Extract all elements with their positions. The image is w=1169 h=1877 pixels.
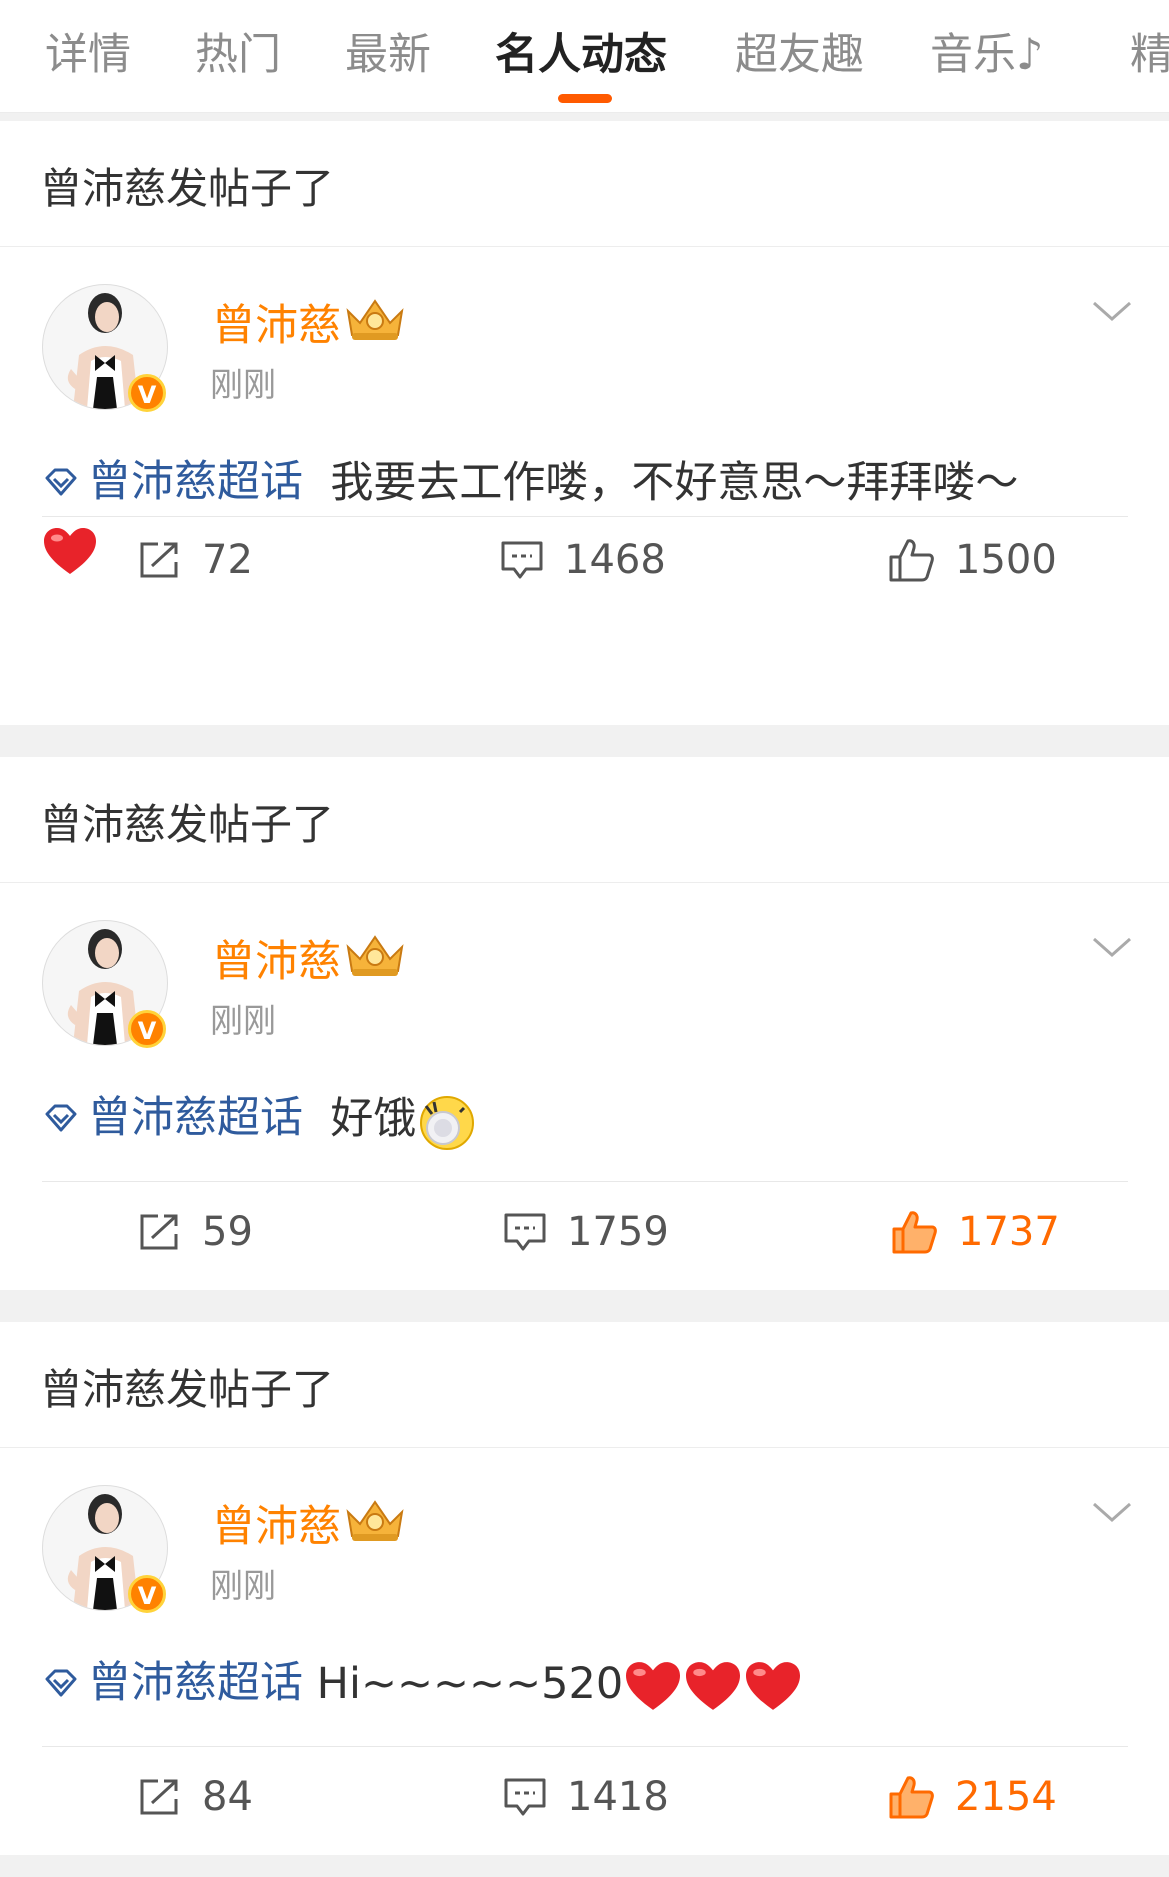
like-count: 1500 <box>955 537 1057 583</box>
verified-badge-icon: V <box>128 374 166 412</box>
crown-icon <box>346 935 404 976</box>
like-icon <box>892 1211 937 1254</box>
heart-emoji-icon <box>686 1661 741 1710</box>
post-text: 好饿 <box>330 1094 417 1144</box>
topic-label[interactable]: 曾沛慈超话 <box>88 449 303 515</box>
hungry-face-emoji-icon <box>420 1095 475 1150</box>
post-time: 刚刚 <box>210 1566 276 1605</box>
heart-emoji-icon <box>626 1661 681 1710</box>
crown-icon <box>346 1500 404 1541</box>
post-card: 曾沛慈发帖子了 V 曾沛慈 刚刚 曾沛慈超话 Hi~~~~~520 84 141… <box>0 1322 1169 1855</box>
author-name[interactable]: 曾沛慈 <box>212 1492 341 1554</box>
repost-button[interactable]: 72 <box>138 537 253 583</box>
comment-button[interactable]: 1468 <box>500 537 666 583</box>
like-count: 2154 <box>955 1774 1057 1820</box>
chevron-down-icon[interactable] <box>1090 297 1134 327</box>
post-card-header: 曾沛慈发帖子了 <box>0 1322 1169 1448</box>
author-name[interactable]: 曾沛慈 <box>212 291 341 353</box>
diamond-topic-icon <box>45 1104 77 1132</box>
tab-super-fun[interactable]: 超友趣 <box>735 20 864 82</box>
diamond-topic-icon <box>45 1669 77 1697</box>
like-icon <box>889 1776 934 1819</box>
comment-icon <box>504 1778 546 1816</box>
repost-icon <box>140 1214 178 1250</box>
repost-count: 84 <box>202 1774 253 1820</box>
post-card: 曾沛慈发帖子了 V 曾沛慈 刚刚 曾沛慈超话 好饿 59 1759 1737 <box>0 757 1169 1290</box>
tab-featured[interactable]: 精 <box>1130 20 1169 82</box>
post-content: 曾沛慈超话 Hi~~~~~520 <box>42 1650 1132 1717</box>
comment-button[interactable]: 1418 <box>503 1774 669 1820</box>
post-card-header-title: 曾沛慈发帖子了 <box>40 164 335 213</box>
post-text: Hi~~~~~520 <box>316 1659 624 1709</box>
active-tab-indicator <box>558 94 612 103</box>
repost-button[interactable]: 84 <box>138 1774 253 1820</box>
diamond-topic-icon <box>45 468 77 496</box>
like-button[interactable]: 1500 <box>887 537 1057 583</box>
tab-details[interactable]: 详情 <box>45 20 131 82</box>
heart-emoji-icon <box>44 527 96 574</box>
topic-link[interactable]: 曾沛慈超话 <box>42 449 303 515</box>
topic-link[interactable]: 曾沛慈超话 <box>42 1085 303 1151</box>
topic-label[interactable]: 曾沛慈超话 <box>88 1085 303 1151</box>
section-divider <box>0 725 1169 757</box>
post-time: 刚刚 <box>210 365 276 404</box>
post-card-header: 曾沛慈发帖子了 <box>0 121 1169 247</box>
section-divider <box>0 1290 1169 1322</box>
comment-count: 1468 <box>564 537 666 583</box>
verified-badge-icon: V <box>128 1010 166 1048</box>
author-name[interactable]: 曾沛慈 <box>212 927 341 989</box>
comment-icon <box>504 1213 546 1251</box>
like-count: 1737 <box>958 1209 1060 1255</box>
repost-icon <box>140 542 178 578</box>
repost-button[interactable]: 59 <box>138 1209 253 1255</box>
heart-emoji-icon <box>746 1661 801 1710</box>
crown-icon <box>346 299 404 340</box>
chevron-down-icon[interactable] <box>1090 1498 1134 1528</box>
chevron-down-icon[interactable] <box>1090 933 1134 963</box>
like-icon <box>889 539 934 582</box>
comment-count: 1759 <box>567 1209 669 1255</box>
topic-label[interactable]: 曾沛慈超话 <box>88 1650 303 1716</box>
comment-icon <box>501 541 543 579</box>
like-button[interactable]: 1737 <box>890 1209 1060 1255</box>
post-text: 我要去工作喽，不好意思～拜拜喽～ <box>330 458 1019 508</box>
topic-link[interactable]: 曾沛慈超话 <box>42 1650 303 1716</box>
like-button[interactable]: 2154 <box>887 1774 1057 1820</box>
tab-hot[interactable]: 热门 <box>195 20 281 82</box>
divider <box>42 516 1128 517</box>
post-card-header-title: 曾沛慈发帖子了 <box>40 1365 335 1414</box>
post-time: 刚刚 <box>210 1001 276 1040</box>
tab-celebrity-updates[interactable]: 名人动态 <box>495 20 667 82</box>
verified-badge-icon: V <box>128 1575 166 1613</box>
repost-count: 59 <box>202 1209 253 1255</box>
divider <box>42 1746 1128 1747</box>
comment-count: 1418 <box>567 1774 669 1820</box>
repost-icon <box>140 1779 178 1815</box>
repost-count: 72 <box>202 537 253 583</box>
tab-latest[interactable]: 最新 <box>345 20 431 82</box>
tab-bar: 详情 热门 最新 名人动态 超友趣 音乐♪ 精 <box>0 0 1169 113</box>
tab-music[interactable]: 音乐♪ <box>930 20 1043 82</box>
section-divider <box>0 113 1169 121</box>
section-divider <box>0 1855 1169 1877</box>
post-card-header-title: 曾沛慈发帖子了 <box>40 800 335 849</box>
divider <box>42 1181 1128 1182</box>
post-card-header: 曾沛慈发帖子了 <box>0 757 1169 883</box>
post-content: 曾沛慈超话 好饿 <box>42 1085 1132 1152</box>
post-card: 曾沛慈发帖子了 V 曾沛慈 刚刚 曾沛慈超话 我要去工作喽，不好意思～拜拜喽～ … <box>0 121 1169 725</box>
comment-button[interactable]: 1759 <box>503 1209 669 1255</box>
